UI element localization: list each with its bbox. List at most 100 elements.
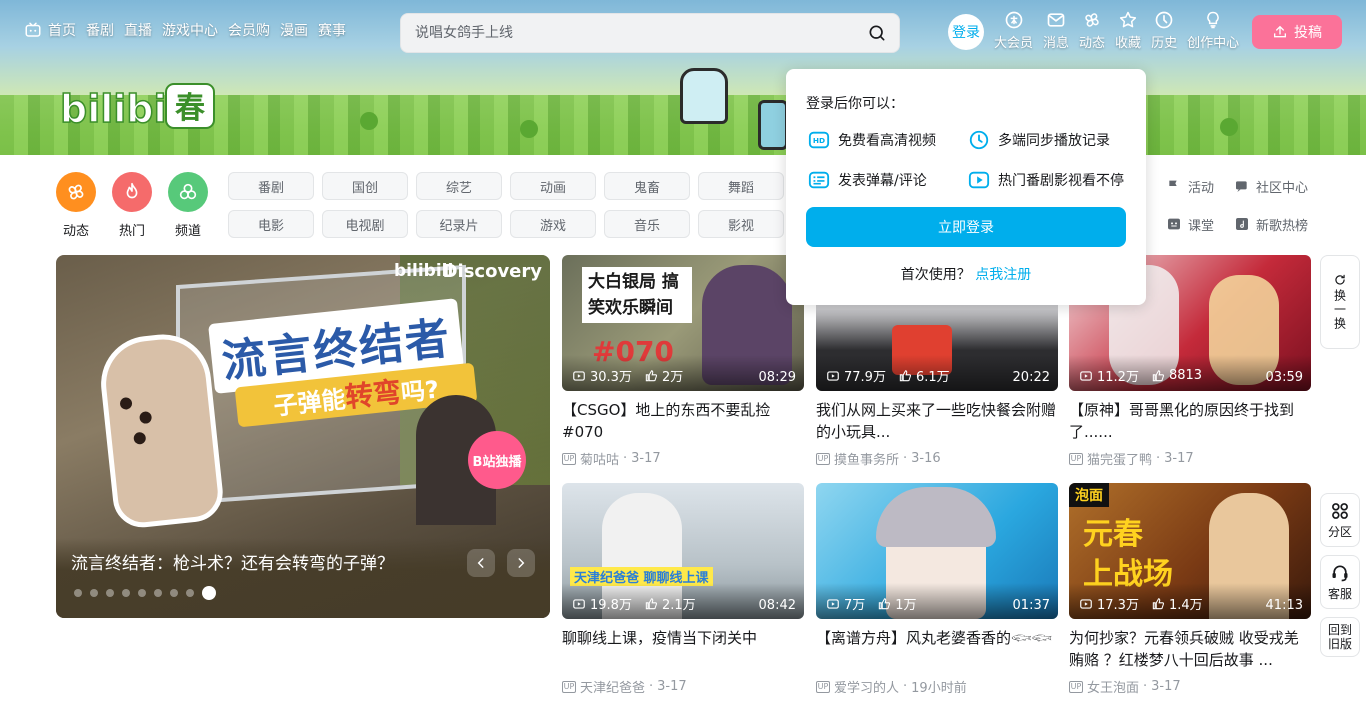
play-count-icon — [827, 598, 839, 609]
partition-icon — [1330, 501, 1350, 523]
video-meta[interactable]: UP 女王泡面 · 3-17 — [1069, 677, 1311, 696]
tag-variety[interactable]: 综艺 — [416, 172, 502, 200]
video-meta[interactable]: UP 猫完蛋了鸭 · 3-17 — [1069, 449, 1311, 468]
nav-manga[interactable]: 漫画 — [280, 20, 308, 40]
video-thumbnail[interactable]: 7万 1万 01:37 — [816, 483, 1058, 619]
video-meta[interactable]: UP 摸鱼事务所 · 3-16 — [816, 449, 1058, 468]
tag-anime[interactable]: 番剧 — [228, 172, 314, 200]
video-meta[interactable]: UP 天津纪爸爸 · 3-17 — [562, 677, 804, 696]
carousel-dot[interactable] — [122, 589, 130, 597]
video-title[interactable]: 我们从网上买来了一些吃快餐会附赠的小玩具... — [816, 399, 1058, 443]
channel-hot[interactable]: 热门 — [102, 172, 162, 239]
tag-dance[interactable]: 舞蹈 — [698, 172, 784, 200]
customer-service-icon — [1330, 563, 1350, 585]
video-card[interactable]: 天津纪爸爸 聊聊线上课 19.8万 2.1万 08:42 聊聊线上课，疫情当下闭… — [562, 483, 804, 696]
video-title[interactable]: 聊聊线上课，疫情当下闭关中 — [562, 627, 804, 671]
perk-list: HD 免费看高清视频 多端同步播放记录 发表弹幕/评论 热门番剧影视看不停 — [808, 129, 1128, 191]
danmaku-icon — [808, 169, 830, 191]
tag-game[interactable]: 游戏 — [510, 210, 596, 238]
tag-documentary[interactable]: 纪录片 — [416, 210, 502, 238]
nav-dynamic[interactable]: 动态 — [1079, 10, 1105, 51]
carousel-dot[interactable] — [106, 589, 114, 597]
tag-music[interactable]: 音乐 — [604, 210, 690, 238]
video-card[interactable]: 泡面 元春 上战场 17.3万 1.4万 41:13 为何抄家？元春领兵破贼 收… — [1069, 483, 1311, 696]
search-icon[interactable] — [867, 23, 887, 43]
customer-service-button[interactable]: 客服 — [1320, 555, 1360, 609]
hero-carousel[interactable]: bilibili Discovery 流言终结者 子弹能转弯吗? B站独播 流言… — [56, 255, 550, 618]
upload-button[interactable]: 投稿 — [1252, 15, 1342, 49]
nav-live[interactable]: 直播 — [124, 20, 152, 40]
nav-mall[interactable]: 会员购 — [228, 20, 270, 40]
video-thumbnail[interactable]: 泡面 元春 上战场 17.3万 1.4万 41:13 — [1069, 483, 1311, 619]
video-title[interactable]: 【原神】哥哥黑化的原因终于找到了...... — [1069, 399, 1311, 443]
carousel-dot[interactable] — [170, 589, 178, 597]
history-icon — [1154, 10, 1174, 32]
channel-dynamic[interactable]: 动态 — [46, 172, 106, 239]
tag-animation[interactable]: 动画 — [510, 172, 596, 200]
video-thumbnail[interactable]: 天津纪爸爸 聊聊线上课 19.8万 2.1万 08:42 — [562, 483, 804, 619]
video-card[interactable]: 7万 1万 01:37 【离谱方舟】风丸老婆香香的𓆟𓆟 UP 爱学习的人 · 19小时… — [816, 483, 1058, 696]
video-title[interactable]: 为何抄家？元春领兵破贼 收受戎羌贿赂 ？红楼梦八十回后故事 ... — [1069, 627, 1311, 671]
play-count-icon — [573, 370, 585, 381]
login-now-button[interactable]: 立即登录 — [806, 207, 1126, 247]
tag-movie[interactable]: 电影 — [228, 210, 314, 238]
link-classroom[interactable]: 课堂 — [1166, 210, 1234, 238]
link-community[interactable]: 社区中心 — [1234, 172, 1314, 200]
play-count-icon — [1080, 598, 1092, 609]
partition-button[interactable]: 分区 — [1320, 493, 1360, 547]
tag-tv-series[interactable]: 电视剧 — [322, 210, 408, 238]
video-title[interactable]: 【CSGO】地上的东西不要乱捡 #070 — [562, 399, 804, 443]
popup-footer: 首次使用？ 点我注册 — [900, 267, 1032, 283]
carousel-dot[interactable] — [186, 589, 194, 597]
upload-icon — [1272, 24, 1288, 40]
carousel-dot[interactable] — [202, 586, 216, 600]
channel-channels[interactable]: 频道 — [158, 172, 218, 239]
search-input[interactable] — [415, 25, 867, 41]
nav-creator-center[interactable]: 创作中心 — [1187, 10, 1239, 51]
register-link[interactable]: 点我注册 — [975, 267, 1031, 283]
nav-vip[interactable]: 大会员 — [994, 10, 1033, 51]
carousel-next-button[interactable] — [507, 549, 535, 577]
carousel-dot[interactable] — [74, 589, 82, 597]
chevron-right-icon — [518, 558, 525, 568]
nav-home[interactable]: 首页 — [24, 20, 76, 40]
old-version-button[interactable]: 回到旧版 — [1320, 617, 1360, 657]
refresh-button[interactable]: 换一换 — [1320, 255, 1360, 349]
nav-message[interactable]: 消息 — [1043, 10, 1069, 51]
tag-guochuang[interactable]: 国创 — [322, 172, 408, 200]
user-nav: 大会员 消息 动态 收藏 历史 创作中心 — [994, 10, 1239, 51]
tag-kichiku[interactable]: 鬼畜 — [604, 172, 690, 200]
link-activity[interactable]: 活动 — [1166, 172, 1234, 200]
video-meta[interactable]: UP 菊咕咕 · 3-17 — [562, 449, 804, 468]
video-meta[interactable]: UP 爱学习的人 · 19小时前 — [816, 677, 1058, 696]
flag-icon — [1166, 178, 1182, 194]
message-icon — [1046, 10, 1066, 32]
like-count-icon — [1152, 369, 1164, 381]
bilibili-logo[interactable]: bilibili 春 — [60, 80, 216, 132]
nav-anime[interactable]: 番剧 — [86, 20, 114, 40]
up-icon: UP — [1069, 680, 1083, 693]
video-title[interactable]: 【离谱方舟】风丸老婆香香的𓆟𓆟 — [816, 627, 1058, 671]
nav-esports[interactable]: 赛事 — [318, 20, 346, 40]
favorite-icon — [1118, 10, 1138, 32]
hd-icon: HD — [808, 129, 830, 151]
login-avatar-button[interactable]: 登录 — [948, 14, 984, 50]
nav-history[interactable]: 历史 — [1151, 10, 1177, 51]
link-new-song-chart[interactable]: 新歌热榜 — [1234, 210, 1314, 238]
play-count-icon — [573, 598, 585, 609]
perk-anime: 热门番剧影视看不停 — [968, 169, 1128, 191]
svg-text:春: 春 — [175, 91, 205, 126]
carousel-dot[interactable] — [154, 589, 162, 597]
vip-icon — [1004, 10, 1024, 32]
carousel-dot[interactable] — [138, 589, 146, 597]
nav-game-center[interactable]: 游戏中心 — [162, 20, 218, 40]
hero-caption[interactable]: 流言终结者：枪斗术？还有会转弯的子弹？ — [71, 549, 394, 574]
carousel-prev-button[interactable] — [467, 549, 495, 577]
tag-film[interactable]: 影视 — [698, 210, 784, 238]
nav-favorite[interactable]: 收藏 — [1115, 10, 1141, 51]
video-thumbnail[interactable]: 大白银局 搞笑欢乐瞬间 #070 30.3万 2万 08:29 — [562, 255, 804, 391]
carousel-dot[interactable] — [90, 589, 98, 597]
classroom-icon — [1166, 216, 1182, 232]
community-icon — [1234, 178, 1250, 194]
video-card[interactable]: 大白银局 搞笑欢乐瞬间 #070 30.3万 2万 08:29 【CSGO】地上… — [562, 255, 804, 468]
